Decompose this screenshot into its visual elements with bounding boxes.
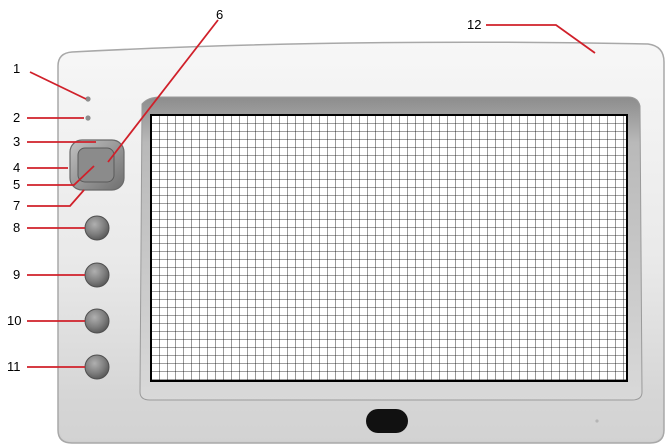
side-button-4[interactable] xyxy=(84,354,110,380)
callout-label-10: 10 xyxy=(7,313,21,328)
callout-label-5: 5 xyxy=(13,177,20,192)
callout-label-11: 11 xyxy=(7,359,21,374)
screen-display xyxy=(150,114,628,382)
callout-label-7: 7 xyxy=(13,198,20,213)
callout-label-8: 8 xyxy=(13,220,20,235)
side-button-3[interactable] xyxy=(84,308,110,334)
bottom-oval-button[interactable] xyxy=(366,409,408,433)
callout-label-6: 6 xyxy=(216,7,223,22)
indicator-light-2 xyxy=(85,115,91,121)
callout-label-12: 12 xyxy=(467,17,481,32)
microphone-dot xyxy=(595,419,599,423)
bezel-bottom-shade xyxy=(60,400,662,441)
callout-label-1: 1 xyxy=(13,61,20,76)
indicator-light-1 xyxy=(85,96,91,102)
callout-label-2: 2 xyxy=(13,110,20,125)
device-diagram: 1 2 3 4 5 6 7 8 9 10 11 12 xyxy=(0,0,666,445)
side-button-2[interactable] xyxy=(84,262,110,288)
device-illustration: 1 2 3 4 5 6 7 8 9 10 11 12 xyxy=(7,7,665,444)
callout-label-3: 3 xyxy=(13,134,20,149)
callout-label-4: 4 xyxy=(13,160,20,175)
side-button-1[interactable] xyxy=(84,215,110,241)
callout-label-9: 9 xyxy=(13,267,20,282)
